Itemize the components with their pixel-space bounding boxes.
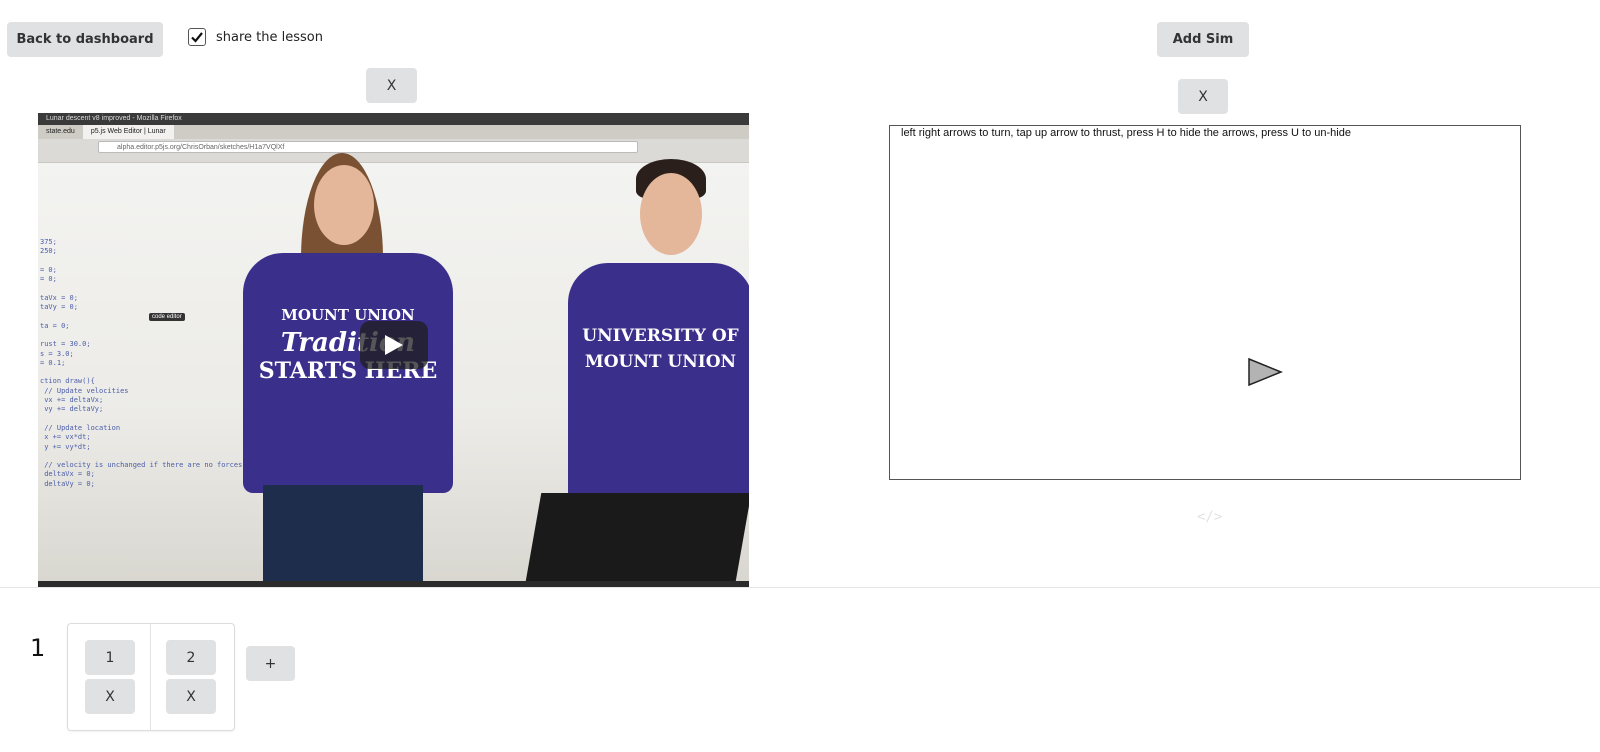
share-label: share the lesson: [216, 29, 323, 45]
remove-video-button[interactable]: X: [366, 68, 417, 103]
embed-code-icon[interactable]: </>: [1197, 509, 1222, 525]
video-browser-chrome: Lunar descent v8 improved - Mozilla Fire…: [38, 113, 749, 163]
video-browser-title: Lunar descent v8 improved - Mozilla Fire…: [38, 113, 749, 125]
sim-instructions: left right arrows to turn, tap up arrow …: [901, 127, 1351, 139]
slide-button-2[interactable]: 2: [166, 640, 216, 675]
video-tooltip: code editor: [149, 313, 185, 321]
video-browser-url: alpha.editor.p5js.org/ChrisOrban/sketche…: [98, 141, 638, 153]
add-slide-button[interactable]: +: [246, 646, 295, 681]
shirt-text-line: MOUNT UNION: [584, 352, 737, 372]
slides-separator: [150, 624, 151, 730]
shirt-text-line: UNIVERSITY OF: [582, 326, 739, 346]
lander-ship-icon: [1248, 357, 1283, 387]
checkmark-icon: [191, 32, 203, 43]
add-sim-button[interactable]: Add Sim: [1157, 22, 1249, 57]
video-browser-tab: p5.js Web Editor | Lunar: [82, 125, 174, 139]
remove-sim-button[interactable]: X: [1178, 79, 1228, 114]
video-browser-tabs: state.edu p5.js Web Editor | Lunar: [38, 125, 749, 139]
section-number: 1: [30, 634, 46, 662]
share-checkbox[interactable]: [188, 28, 206, 46]
remove-slide-1-button[interactable]: X: [85, 679, 135, 714]
section-divider: [0, 587, 1600, 588]
share-lesson-toggle[interactable]: share the lesson: [188, 28, 323, 46]
play-button[interactable]: [360, 321, 428, 369]
slides-panel: 1 X 2 X: [67, 623, 235, 731]
slide-button-1[interactable]: 1: [85, 640, 135, 675]
back-to-dashboard-button[interactable]: Back to dashboard: [7, 22, 163, 57]
video-player[interactable]: Lunar descent v8 improved - Mozilla Fire…: [38, 113, 749, 587]
sim-canvas[interactable]: left right arrows to turn, tap up arrow …: [889, 125, 1521, 480]
remove-slide-2-button[interactable]: X: [166, 679, 216, 714]
play-icon: [385, 335, 403, 355]
